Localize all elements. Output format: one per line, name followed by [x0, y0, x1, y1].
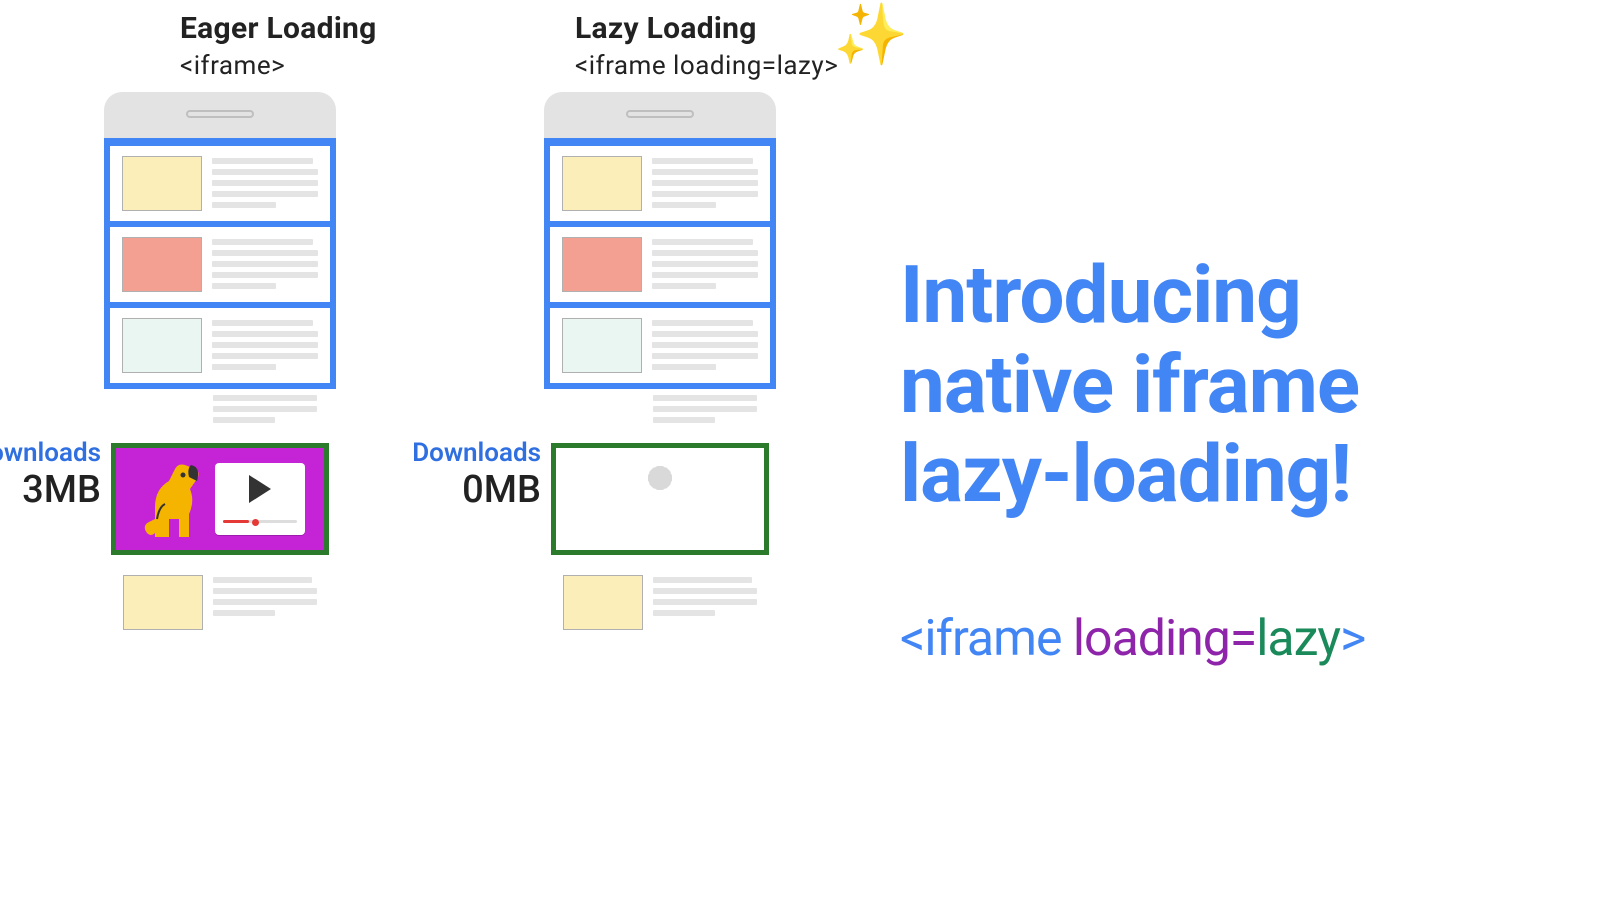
headline-line-1: Introducing	[900, 251, 1600, 341]
text-lines-icon	[653, 575, 757, 630]
headline: Introducing native iframe lazy-loading!	[900, 251, 1600, 520]
thumbnail-icon	[562, 237, 642, 292]
column-lazy-subtitle: <iframe loading=lazy>	[575, 50, 838, 83]
column-eager: Eager Loading <iframe>	[0, 0, 440, 919]
content-card	[550, 308, 770, 383]
iframe-slot-eager: Downloads 3MB	[111, 429, 329, 555]
column-lazy-title: Lazy Loading	[575, 10, 838, 48]
column-lazy-title-block: Lazy Loading <iframe loading=lazy> ✨	[575, 10, 838, 82]
content-card	[110, 227, 330, 302]
comparison-area: Eager Loading <iframe>	[0, 0, 880, 919]
iframe-slot-lazy: Downloads 0MB	[551, 429, 769, 555]
deferred-iframe-icon	[551, 443, 769, 555]
content-card	[110, 146, 330, 221]
download-label: Downloads	[381, 439, 541, 468]
text-lines-icon	[212, 156, 318, 211]
headline-line-2: native iframe	[900, 341, 1600, 431]
thumbnail-icon	[122, 156, 202, 211]
text-lines-icon	[652, 318, 758, 373]
phone-lazy-viewport	[544, 138, 776, 389]
column-eager-subtitle: <iframe>	[180, 50, 377, 83]
text-lines-icon	[213, 575, 317, 630]
content-card-overflow	[111, 387, 329, 429]
code-tag-close: >	[1340, 610, 1365, 668]
phone-earpiece-icon	[186, 110, 254, 118]
code-snippet: <iframe loading=lazy>	[900, 610, 1600, 668]
phone-eager-frame-top	[104, 92, 336, 138]
diagram-root: Eager Loading <iframe>	[0, 0, 1600, 919]
text-lines-icon	[212, 237, 318, 292]
phone-earpiece-icon	[626, 110, 694, 118]
thumbnail-icon	[562, 156, 642, 211]
download-badge-lazy: Downloads 0MB	[381, 439, 541, 511]
sparkles-icon: ✨	[834, 5, 909, 65]
content-card	[550, 146, 770, 221]
headline-area: Introducing native iframe lazy-loading! …	[880, 0, 1600, 919]
thumbnail-icon	[123, 575, 203, 630]
download-badge-eager: Downloads 3MB	[0, 439, 101, 511]
thumbnail-icon	[562, 318, 642, 373]
code-tag-open: <iframe	[900, 610, 1073, 668]
phone-lazy-frame-top	[544, 92, 776, 138]
code-attr: loading=	[1073, 610, 1256, 668]
content-card	[551, 569, 769, 636]
code-val: lazy	[1256, 610, 1340, 668]
text-lines-icon	[652, 237, 758, 292]
content-card-overflow	[551, 387, 769, 429]
content-card	[550, 227, 770, 302]
text-lines-icon	[653, 393, 757, 423]
thumbnail-icon	[122, 237, 202, 292]
text-lines-icon	[212, 318, 318, 373]
below-fold-lazy: Downloads 0MB	[544, 389, 776, 636]
download-value: 0MB	[381, 470, 541, 512]
phone-eager	[104, 92, 336, 389]
text-lines-icon	[652, 156, 758, 211]
thumbnail-icon	[563, 575, 643, 630]
dog-icon	[135, 459, 205, 539]
column-eager-title: Eager Loading	[180, 10, 377, 48]
phone-eager-viewport	[104, 138, 336, 389]
phone-lazy	[544, 92, 776, 389]
download-value: 3MB	[0, 470, 101, 512]
thumbnail-icon	[122, 318, 202, 373]
headline-line-3: lazy-loading!	[900, 430, 1600, 520]
text-lines-icon	[213, 393, 317, 423]
column-lazy: Lazy Loading <iframe loading=lazy> ✨	[440, 0, 880, 919]
loaded-iframe-icon	[111, 443, 329, 555]
below-fold-eager: Downloads 3MB	[104, 389, 336, 636]
video-player-icon	[215, 463, 305, 535]
content-card	[111, 569, 329, 636]
loading-spinner-icon	[625, 464, 695, 534]
column-eager-title-block: Eager Loading <iframe>	[180, 10, 377, 82]
download-label: Downloads	[0, 439, 101, 468]
content-card	[110, 308, 330, 383]
